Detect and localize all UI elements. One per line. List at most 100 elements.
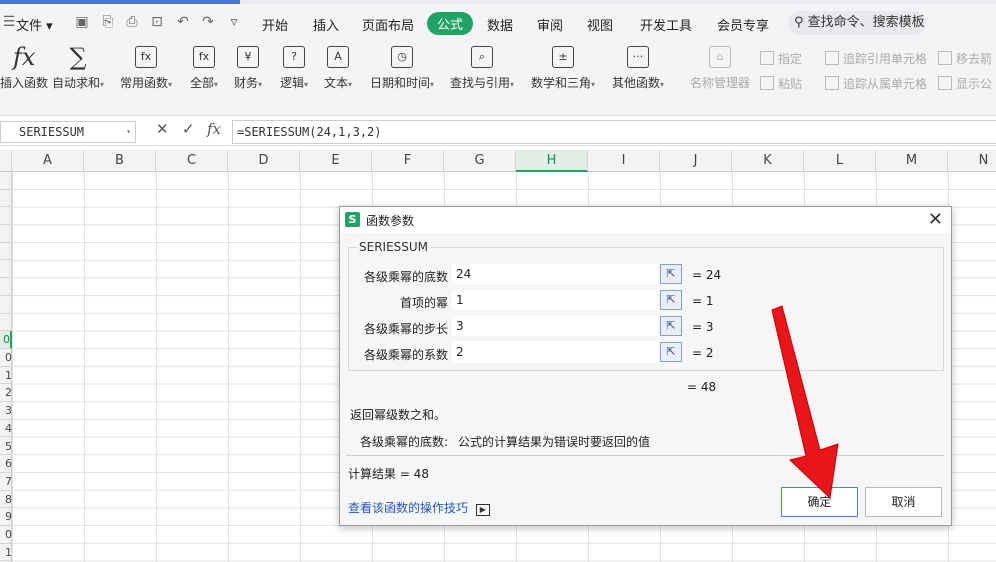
row-header[interactable]: 5 xyxy=(0,438,12,456)
name-manager-button[interactable]: ⌂ 名称管理器 xyxy=(690,46,750,91)
column-header-i[interactable]: I xyxy=(588,150,660,172)
more-functions-button[interactable]: ··· 其他函数▾ xyxy=(612,46,664,91)
save-icon[interactable]: ▣ xyxy=(74,14,90,30)
search-placeholder: 查找命令、搜索模板 xyxy=(807,15,925,30)
column-header-a[interactable]: A xyxy=(12,150,84,172)
dialog-title-bar[interactable]: S 函数参数 ✕ xyxy=(340,207,951,233)
row-header[interactable] xyxy=(0,243,12,261)
remove-arrows-button[interactable]: 移去箭 xyxy=(938,50,992,67)
file-menu[interactable]: 文件 ▾ xyxy=(16,15,53,34)
column-header-b[interactable]: B xyxy=(84,150,156,172)
param-input-n[interactable]: 1 xyxy=(452,290,658,310)
row-header-selected[interactable]: 0 xyxy=(0,331,12,349)
close-icon[interactable]: ✕ xyxy=(928,209,943,230)
insert-function-button[interactable]: fx 插入函数 xyxy=(0,45,48,91)
fx-icon[interactable]: fx xyxy=(207,120,221,138)
row-header[interactable] xyxy=(0,172,12,190)
row-header[interactable]: 7 xyxy=(0,473,12,491)
print-icon[interactable]: ⎙ xyxy=(124,14,140,30)
column-header-c[interactable]: C xyxy=(156,150,228,172)
cancel-formula-icon[interactable]: ✕ xyxy=(156,120,169,138)
row-header[interactable]: 8 xyxy=(0,491,12,509)
tab-member[interactable]: 会员专享 xyxy=(717,15,769,34)
row-header[interactable]: 2 xyxy=(0,384,12,403)
param-input-coefficients[interactable]: 2 xyxy=(452,342,658,362)
select-all-corner[interactable] xyxy=(0,150,12,172)
range-select-icon[interactable]: ⇱ xyxy=(660,342,682,362)
fx-box-icon: fx xyxy=(193,46,216,68)
row-header[interactable] xyxy=(0,278,12,296)
tab-view[interactable]: 视图 xyxy=(587,15,613,34)
math-trig-button[interactable]: ± 数学和三角▾ xyxy=(531,46,595,91)
show-formulas-button[interactable]: 显示公 xyxy=(938,75,992,92)
column-header-e[interactable]: E xyxy=(300,150,372,172)
print-preview-icon[interactable]: ⊡ xyxy=(149,14,165,30)
row-header[interactable] xyxy=(0,225,12,243)
tab-formulas[interactable]: 公式 xyxy=(427,12,474,35)
button-label: 全部 xyxy=(190,76,215,90)
eraser-icon xyxy=(938,51,952,65)
row-header[interactable]: 4 xyxy=(0,420,12,438)
common-functions-button[interactable]: fx 常用函数▾ xyxy=(120,46,172,91)
row-header[interactable]: 1 xyxy=(0,544,12,562)
row-header[interactable]: 6 xyxy=(0,455,12,473)
column-header-d[interactable]: D xyxy=(228,150,300,172)
param-input-m[interactable]: 3 xyxy=(452,316,658,336)
row-header[interactable]: 3 xyxy=(0,402,12,420)
tag-icon: ⌂ xyxy=(709,46,731,68)
tab-review[interactable]: 审阅 xyxy=(537,15,563,34)
format-painter-icon[interactable]: ⎘ xyxy=(100,14,116,30)
row-header[interactable] xyxy=(0,207,12,226)
search-box[interactable]: ⚲ 查找命令、搜索模板 xyxy=(788,11,926,35)
button-label: 名称管理器 xyxy=(690,76,751,90)
formula-input[interactable]: =SERIESSUM(24,1,3,2) xyxy=(232,120,996,144)
param-input-x[interactable]: 24 xyxy=(452,264,658,284)
tab-insert[interactable]: 插入 xyxy=(313,15,339,34)
column-header-m[interactable]: M xyxy=(876,150,948,172)
autosum-button[interactable]: ∑ 自动求和▾ xyxy=(52,45,104,91)
trace-dependents-button[interactable]: 追踪从属单元格 xyxy=(825,75,927,92)
trace-icon xyxy=(825,76,839,90)
range-select-icon[interactable]: ⇱ xyxy=(660,316,682,336)
tab-page-layout[interactable]: 页面布局 xyxy=(362,15,414,34)
row-header[interactable]: 1 xyxy=(0,367,12,385)
tab-developer[interactable]: 开发工具 xyxy=(640,15,692,34)
paste-name-button[interactable]: 粘贴 xyxy=(760,75,802,92)
financial-button[interactable]: ¥ 财务▾ xyxy=(234,46,262,91)
redo-icon[interactable]: ↷ xyxy=(200,14,216,30)
row-header[interactable]: 9 xyxy=(0,508,12,526)
logical-button[interactable]: ? 逻辑▾ xyxy=(280,46,308,91)
column-header-j[interactable]: J xyxy=(660,150,732,172)
tab-home[interactable]: 开始 xyxy=(262,15,288,34)
lookup-reference-button[interactable]: ⌕ 查找与引用▾ xyxy=(450,46,514,91)
date-time-button[interactable]: ◷ 日期和时间▾ xyxy=(370,46,434,91)
all-functions-button[interactable]: fx 全部▾ xyxy=(190,46,218,91)
column-header-g[interactable]: G xyxy=(444,150,516,172)
name-box[interactable]: SERIESSUM ▾ xyxy=(0,121,136,143)
row-header[interactable] xyxy=(0,190,12,208)
undo-icon[interactable]: ↶ xyxy=(175,14,191,30)
row-header[interactable]: 0 xyxy=(0,526,12,544)
dialog-title: 函数参数 xyxy=(366,214,415,228)
tab-data[interactable]: 数据 xyxy=(487,15,513,34)
assign-button[interactable]: 指定 xyxy=(760,50,802,67)
range-select-icon[interactable]: ⇱ xyxy=(660,264,682,284)
confirm-formula-icon[interactable]: ✓ xyxy=(182,120,195,138)
cancel-button[interactable]: 取消 xyxy=(865,487,942,517)
row-header[interactable] xyxy=(0,296,12,314)
quick-access-dropdown-icon[interactable]: ▿ xyxy=(226,14,242,30)
row-header[interactable]: 0 xyxy=(0,349,12,367)
row-header[interactable] xyxy=(0,261,12,279)
chevron-down-icon[interactable]: ▾ xyxy=(126,122,131,142)
trace-precedents-button[interactable]: 追踪引用单元格 xyxy=(825,50,927,67)
column-header-f[interactable]: F xyxy=(372,150,444,172)
column-header-k[interactable]: K xyxy=(732,150,804,172)
help-link[interactable]: 查看该函数的操作技巧 ▶ xyxy=(348,499,490,516)
text-button[interactable]: A 文本▾ xyxy=(324,46,352,91)
column-header-l[interactable]: L xyxy=(804,150,876,172)
column-header-n[interactable]: N xyxy=(948,150,996,172)
row-header[interactable] xyxy=(0,314,12,332)
range-select-icon[interactable]: ⇱ xyxy=(660,290,682,310)
column-header-h[interactable]: H xyxy=(516,150,588,172)
menu-icon[interactable]: ☰ xyxy=(2,14,16,30)
